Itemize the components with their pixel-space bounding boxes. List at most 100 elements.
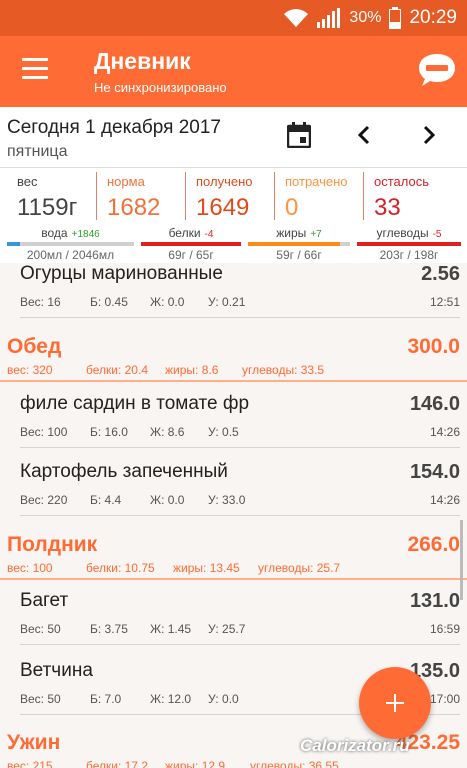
stat-label: осталось xyxy=(374,174,430,189)
food-carbs: У: 0.0 xyxy=(208,692,239,706)
food-fat: Ж: 0.0 xyxy=(150,295,185,309)
meal-name: Обед xyxy=(7,335,62,358)
food-carbs: У: 0.5 xyxy=(208,425,239,439)
meal-name: Полдник xyxy=(7,533,98,556)
clock: 20:29 xyxy=(409,7,457,28)
macro-bar-fill xyxy=(357,242,461,246)
macro-value: 203г / 198г xyxy=(379,248,439,262)
meal-fat: жиры: 13.45 xyxy=(173,561,240,575)
food-time: 14:26 xyxy=(429,425,460,439)
food-name: филе сардин в томате фр xyxy=(20,393,250,414)
macro-fat: жиры +7 59г / 66г xyxy=(248,226,350,262)
food-row[interactable]: Багет 131.0 Вес: 50 Б: 3.75 Ж: 1.45 У: 2… xyxy=(0,590,467,652)
stat-spent: потрачено 0 xyxy=(274,172,362,221)
food-kcal: 146.0 xyxy=(409,393,460,415)
stat-label: потрачено xyxy=(285,174,348,189)
meal-weight: вес: 320 xyxy=(7,363,53,377)
page-title: Дневник xyxy=(94,48,191,74)
macro-bar-fill xyxy=(7,242,20,246)
food-carbs: У: 0.21 xyxy=(208,295,246,309)
stat-value: 33 xyxy=(374,194,401,221)
food-name: Ветчина xyxy=(20,660,93,681)
food-time: 17:00 xyxy=(429,692,460,706)
food-protein: Б: 0.45 xyxy=(90,295,128,309)
food-protein: Б: 4.4 xyxy=(90,493,122,507)
food-protein: Б: 16.0 xyxy=(90,425,128,439)
add-button[interactable] xyxy=(359,667,431,739)
food-row[interactable]: Картофель запеченный 154.0 Вес: 220 Б: 4… xyxy=(0,461,467,523)
macro-delta: -5 xyxy=(432,229,442,240)
meal-weight: вес: 100 xyxy=(7,561,53,575)
chevron-left-icon[interactable] xyxy=(355,125,373,145)
food-time: 14:26 xyxy=(429,493,460,507)
food-fat: Ж: 0.0 xyxy=(150,493,185,507)
macro-bar xyxy=(7,242,134,246)
macro-bar-fill xyxy=(141,242,241,246)
meal-name: Ужин xyxy=(7,731,61,754)
meal-kcal: 266.0 xyxy=(407,533,460,556)
divider xyxy=(20,644,460,645)
menu-icon[interactable] xyxy=(22,58,48,80)
chat-icon[interactable] xyxy=(417,50,457,90)
macro-bar-fill xyxy=(248,242,340,246)
food-carbs: У: 25.7 xyxy=(208,622,246,636)
date-bar: Сегодня 1 декабря 2017 пятница xyxy=(0,107,467,167)
macro-water: вода +1846 200мл / 2046мл xyxy=(7,226,134,262)
food-protein: Б: 7.0 xyxy=(90,692,122,706)
meal-protein: белки: 20.4 xyxy=(86,363,148,377)
food-weight: Вес: 220 xyxy=(20,493,68,507)
food-name: Багет xyxy=(20,590,69,611)
stat-label: норма xyxy=(107,174,145,189)
divider xyxy=(20,447,460,448)
meal-carbs: углеводы: 36.55 xyxy=(250,759,339,768)
wifi-icon xyxy=(284,9,309,27)
divider xyxy=(20,317,460,318)
macro-bar xyxy=(141,242,241,246)
food-row[interactable]: Огурцы маринованные 2.56 Вес: 16 Б: 0.45… xyxy=(0,263,467,325)
app-bar: Дневник Не синхронизировано xyxy=(0,36,467,107)
stat-label: вес xyxy=(17,174,38,189)
food-protein: Б: 3.75 xyxy=(90,622,128,636)
date-label: Сегодня 1 декабря 2017 xyxy=(7,117,221,138)
chevron-right-icon[interactable] xyxy=(420,125,438,145)
stat-value: 1682 xyxy=(107,194,161,221)
divider xyxy=(20,515,460,516)
food-kcal: 154.0 xyxy=(409,461,460,483)
food-row[interactable]: филе сардин в томате фр 146.0 Вес: 100 Б… xyxy=(0,393,467,455)
food-carbs: У: 33.0 xyxy=(208,493,246,507)
macro-delta: +1846 xyxy=(71,229,100,240)
food-time: 16:59 xyxy=(429,622,460,636)
food-time: 12:51 xyxy=(429,295,460,309)
meal-fat: жиры: 12.9 xyxy=(165,759,226,768)
macro-carbs: углеводы -5 203г / 198г xyxy=(357,226,461,262)
stat-weight: вес 1159г xyxy=(7,172,95,221)
scrollbar[interactable] xyxy=(460,520,463,600)
food-weight: Вес: 16 xyxy=(20,295,61,309)
meal-header-lunch[interactable]: Обед 300.0 вес: 320 белки: 20.4 жиры: 8.… xyxy=(0,335,467,385)
food-name: Огурцы маринованные xyxy=(20,263,223,284)
macro-value: 69г / 65г xyxy=(168,248,214,262)
stat-value: 1649 xyxy=(196,194,250,221)
food-weight: Вес: 50 xyxy=(20,622,61,636)
battery-percent: 30% xyxy=(349,9,382,26)
macro-label: белки xyxy=(168,226,201,240)
watermark: Calorizator.ru xyxy=(300,736,410,755)
food-kcal: 131.0 xyxy=(409,590,460,612)
calendar-icon[interactable] xyxy=(287,122,311,148)
food-weight: Вес: 50 xyxy=(20,692,61,706)
macro-bar xyxy=(357,242,461,246)
macro-value: 200мл / 2046мл xyxy=(26,248,115,262)
stat-value: 1159г xyxy=(17,194,78,221)
stat-received: получено 1649 xyxy=(185,172,273,221)
macro-delta: -4 xyxy=(204,229,214,240)
macro-bar xyxy=(248,242,350,246)
stat-remaining: осталось 33 xyxy=(363,172,461,221)
meal-protein: белки: 10.75 xyxy=(86,561,155,575)
signal-icon xyxy=(317,8,341,28)
battery-icon xyxy=(389,7,402,29)
stat-value: 0 xyxy=(285,194,299,221)
food-fat: Ж: 1.45 xyxy=(150,622,192,636)
stat-label: получено xyxy=(196,174,253,189)
meal-header-snack[interactable]: Полдник 266.0 вес: 100 белки: 10.75 жиры… xyxy=(0,533,467,583)
macro-label: углеводы xyxy=(376,226,429,240)
